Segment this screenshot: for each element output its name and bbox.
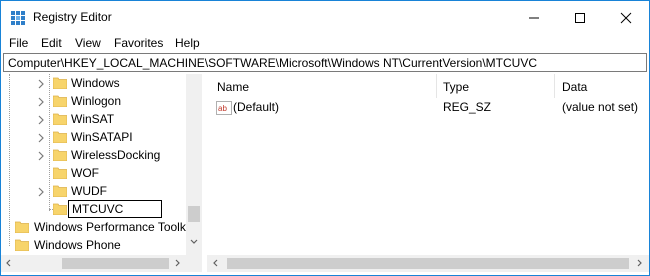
column-header-data[interactable]: Data xyxy=(555,74,649,98)
column-header-name[interactable]: Name xyxy=(207,74,437,98)
scroll-right-arrow-icon[interactable] xyxy=(637,259,643,267)
column-header-type[interactable]: Type xyxy=(437,74,555,98)
minimize-button[interactable] xyxy=(511,1,557,34)
tree-item-wudf[interactable]: WUDF xyxy=(31,182,186,200)
expand-arrow-icon[interactable] xyxy=(37,132,45,143)
tree-item-label: WirelessDocking xyxy=(71,148,161,162)
scroll-left-arrow-icon[interactable] xyxy=(5,259,11,267)
rename-key-input[interactable]: MTCUVC xyxy=(68,200,162,218)
folder-icon xyxy=(53,95,67,107)
tree-item-label: Windows xyxy=(71,76,120,90)
tree-item-windows-performance-toolkit[interactable]: Windows Performance Toolk xyxy=(1,218,186,236)
folder-icon xyxy=(15,239,29,251)
tree-item-label: Windows Phone xyxy=(34,238,121,252)
registry-editor-window: Registry Editor File Edit View Favorites… xyxy=(0,0,650,276)
expand-arrow-icon[interactable] xyxy=(37,114,45,125)
scroll-right-arrow-icon[interactable] xyxy=(175,259,181,267)
expand-arrow-icon[interactable] xyxy=(37,96,45,107)
menu-favorites[interactable]: Favorites xyxy=(114,36,163,50)
value-data: (value not set) xyxy=(562,100,639,114)
folder-icon xyxy=(53,131,67,143)
values-horizontal-scrollbar[interactable] xyxy=(207,255,649,272)
folder-icon xyxy=(53,203,67,215)
column-header-label: Name xyxy=(217,80,250,94)
minimize-icon xyxy=(529,17,539,18)
tree-item-label: WUDF xyxy=(71,184,107,198)
tree-item-label: WinSATAPI xyxy=(71,130,133,144)
tree-item-mtcuvc[interactable]: MTCUVC xyxy=(31,200,186,218)
close-icon xyxy=(620,12,632,23)
maximize-button[interactable] xyxy=(557,1,603,34)
folder-icon xyxy=(53,77,67,89)
expand-arrow-icon[interactable] xyxy=(37,186,45,197)
scrollbar-thumb[interactable] xyxy=(62,258,169,269)
string-value-icon: ab xyxy=(216,101,232,115)
svg-text:ab: ab xyxy=(218,104,227,113)
menu-help[interactable]: Help xyxy=(175,36,200,50)
tree-horizontal-scrollbar[interactable] xyxy=(1,255,186,272)
menu-file[interactable]: File xyxy=(9,36,28,50)
key-tree-pane[interactable]: Windows Winlogon WinSAT WinSATAPI Wirele… xyxy=(1,74,203,273)
tree-item-wirelessdocking[interactable]: WirelessDocking xyxy=(31,146,186,164)
column-header-label: Data xyxy=(562,80,588,94)
tree-item-winlogon[interactable]: Winlogon xyxy=(31,92,186,110)
tree-item-label: WinSAT xyxy=(71,112,115,126)
scrollbar-thumb[interactable] xyxy=(188,206,200,222)
tree-item-label: Winlogon xyxy=(71,94,122,108)
folder-icon xyxy=(15,221,29,233)
scroll-down-arrow-icon[interactable] xyxy=(190,239,198,245)
folder-icon xyxy=(53,113,67,125)
tree-item-label: Windows Performance Toolk xyxy=(34,220,186,234)
title-bar[interactable]: Registry Editor xyxy=(1,1,649,34)
scroll-left-arrow-icon[interactable] xyxy=(212,259,218,267)
address-bar[interactable]: Computer\HKEY_LOCAL_MACHINE\SOFTWARE\Mic… xyxy=(3,53,647,72)
tree-vertical-scrollbar[interactable] xyxy=(186,74,202,255)
menu-bar: File Edit View Favorites Help xyxy=(1,34,649,53)
tree-item-windows-phone[interactable]: Windows Phone xyxy=(1,236,186,254)
menu-view[interactable]: View xyxy=(75,36,101,50)
maximize-icon xyxy=(575,12,585,23)
folder-icon xyxy=(53,149,67,161)
tree-item-winsat[interactable]: WinSAT xyxy=(31,110,186,128)
folder-icon xyxy=(53,167,67,179)
tree-item-windows[interactable]: Windows xyxy=(31,74,186,92)
column-header-label: Type xyxy=(443,80,470,94)
value-row[interactable]: ab (Default) REG_SZ (value not set) xyxy=(207,98,649,118)
values-pane[interactable]: Name Type Data ab (Default) REG_SZ (valu… xyxy=(207,74,649,273)
scrollbar-corner xyxy=(186,255,202,272)
window-title: Registry Editor xyxy=(33,10,112,24)
value-name: (Default) xyxy=(233,100,280,114)
tree-item-wof[interactable]: WOF xyxy=(31,164,186,182)
folder-icon xyxy=(53,185,67,197)
close-button[interactable] xyxy=(603,1,649,34)
menu-edit[interactable]: Edit xyxy=(41,36,62,50)
registry-editor-icon xyxy=(10,10,26,26)
expand-arrow-icon[interactable] xyxy=(37,78,45,89)
rename-key-text: MTCUVC xyxy=(72,202,124,216)
tree-item-winsatapi[interactable]: WinSATAPI xyxy=(31,128,186,146)
scrollbar-thumb[interactable] xyxy=(227,258,629,269)
tree-item-label: WOF xyxy=(71,166,99,180)
value-type: REG_SZ xyxy=(443,100,492,114)
expand-arrow-icon[interactable] xyxy=(37,150,45,161)
address-path: Computer\HKEY_LOCAL_MACHINE\SOFTWARE\Mic… xyxy=(8,56,538,70)
